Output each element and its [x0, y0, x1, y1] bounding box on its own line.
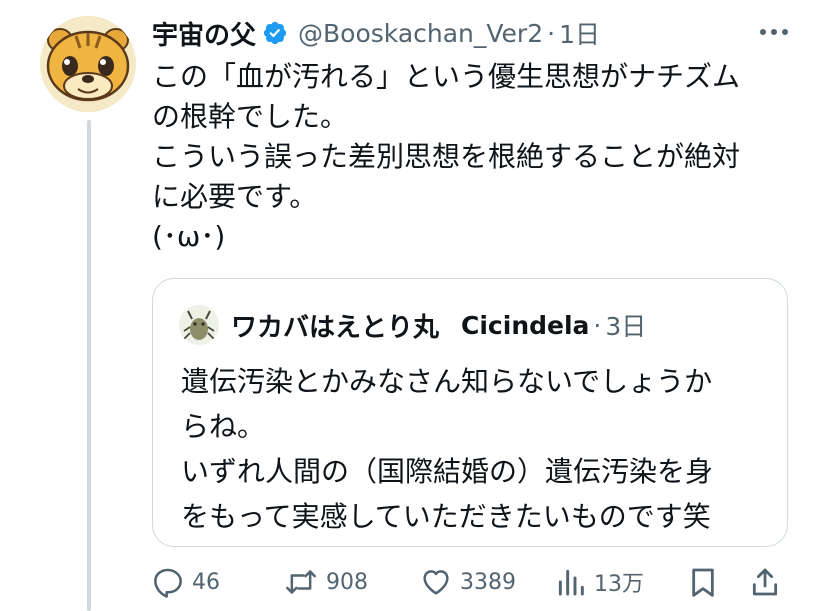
retweet-button[interactable]: 908	[284, 562, 368, 602]
verified-badge-icon	[262, 20, 288, 46]
tweet-text-line: この「血が汚れる」という優生思想がナチズム	[152, 60, 741, 93]
tweet-timestamp[interactable]: 1日	[559, 15, 600, 51]
quoted-tweet-text: 遺伝汚染とかみなさん知らないでしょうか らね。 いずれ人間の（国際結婚の）遺伝汚…	[181, 359, 771, 539]
tweet: 宇宙の父 @Booskachan_Ver2 · 1日 この「血が汚れる」という優…	[0, 0, 828, 611]
like-count: 3389	[460, 569, 516, 595]
author-avatar[interactable]	[40, 16, 136, 112]
quoted-text-line: をもって実感していただきたいものです笑	[181, 500, 711, 533]
views-chart-icon	[556, 566, 586, 598]
quoted-text-line: 遺伝汚染とかみなさん知らないでしょうか	[181, 365, 713, 398]
bookmark-icon	[688, 566, 718, 598]
quoted-tweet[interactable]: ワカバはえとり丸 Cicindela · 3日 遺伝汚染とかみなさん知らないでし…	[152, 278, 788, 547]
like-button[interactable]: 3389	[420, 562, 516, 602]
share-button[interactable]	[750, 562, 780, 602]
action-bar: 46 908 3389 13万	[152, 562, 792, 602]
more-dots-icon[interactable]	[756, 18, 792, 46]
author-handle[interactable]: @Booskachan_Ver2	[298, 19, 543, 48]
tweet-header: 宇宙の父 @Booskachan_Ver2 · 1日	[152, 15, 600, 52]
quoted-author-name[interactable]: ワカバはえとり丸	[231, 307, 439, 344]
quoted-author-avatar[interactable]	[179, 305, 219, 345]
tweet-text-line: (･ω･)	[152, 220, 226, 253]
quoted-author-handle[interactable]: Cicindela	[461, 311, 589, 340]
views-count: 13万	[594, 572, 644, 597]
bookmark-button[interactable]	[688, 562, 718, 602]
share-icon	[750, 566, 780, 598]
quoted-text-line: らね。	[181, 410, 266, 443]
retweet-icon	[284, 566, 318, 598]
quoted-tweet-header: ワカバはえとり丸 Cicindela · 3日	[179, 305, 646, 345]
quoted-text-line: いずれ人間の（国際結婚の）遺伝汚染を身	[181, 455, 714, 488]
reply-button[interactable]: 46	[152, 562, 220, 602]
separator-dot: ·	[593, 310, 602, 340]
author-name[interactable]: 宇宙の父	[152, 15, 256, 52]
thread-line	[87, 120, 91, 611]
retweet-count: 908	[326, 569, 368, 595]
tweet-text: この「血が汚れる」という優生思想がナチズム の根幹でした。 こういう誤った差別思…	[152, 57, 792, 257]
reply-icon	[152, 566, 184, 598]
reply-count: 46	[192, 569, 220, 595]
tweet-text-line: に必要です。	[152, 180, 318, 213]
separator-dot: ·	[547, 18, 556, 48]
views-button[interactable]: 13万	[556, 562, 644, 602]
tweet-text-line: の根幹でした。	[152, 100, 349, 133]
tweet-text-line: こういう誤った差別思想を根絶することが絶対	[152, 140, 741, 173]
quoted-tweet-timestamp[interactable]: 3日	[605, 307, 646, 343]
heart-icon	[420, 566, 452, 598]
